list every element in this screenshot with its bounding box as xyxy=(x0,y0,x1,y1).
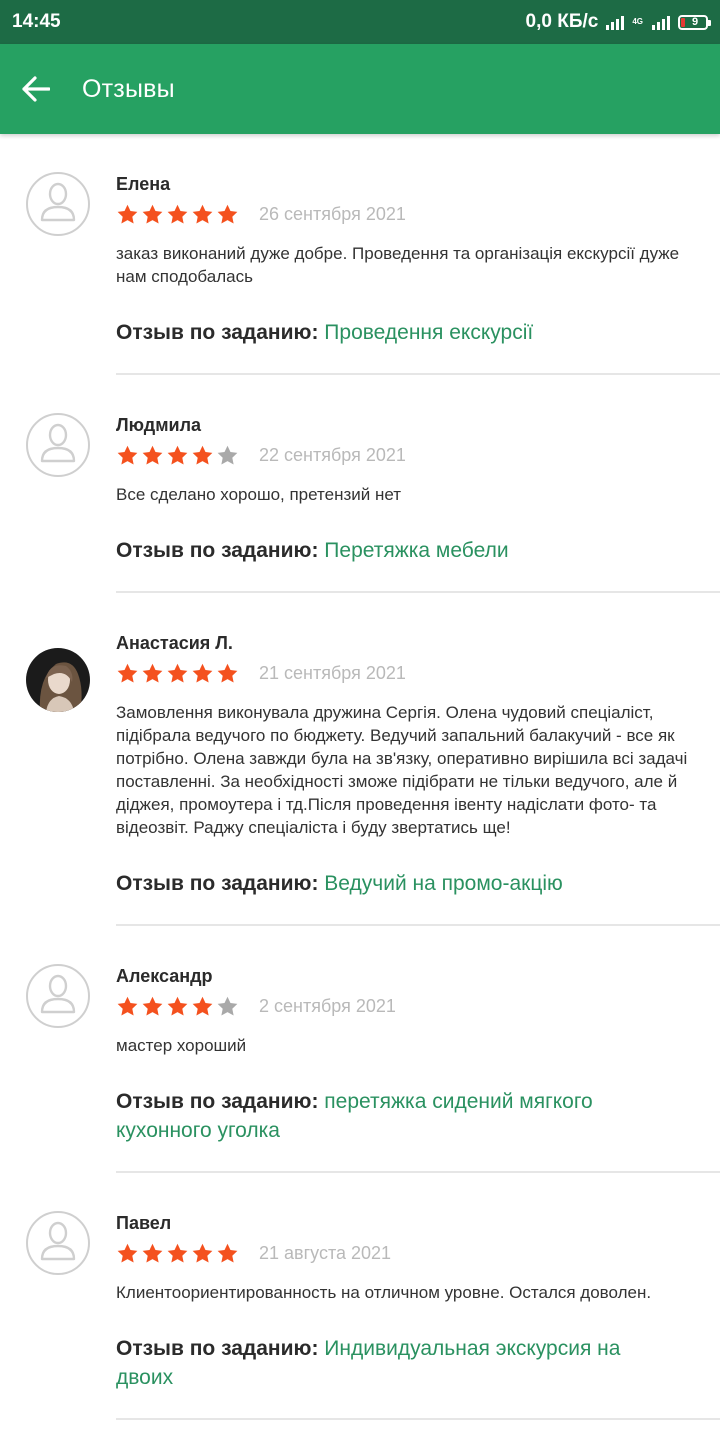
signal-4g-icon: 4G xyxy=(632,18,643,26)
arrow-back-icon xyxy=(22,76,50,102)
reviewer-name[interactable]: Людмила xyxy=(116,413,720,437)
star-filled-icon xyxy=(116,995,139,1018)
status-time: 14:45 xyxy=(12,11,61,32)
review-text: заказ виконаний дуже добре. Проведення т… xyxy=(116,244,680,286)
review-task: Отзыв по заданию: перетяжка сидений мягк… xyxy=(116,1087,720,1145)
rating-row: 26 сентября 2021 xyxy=(116,194,720,234)
reviewer-name[interactable]: Анастасия Л. xyxy=(116,631,720,655)
review-task: Отзыв по заданию: Индивидуальная экскурс… xyxy=(116,1334,720,1392)
star-filled-icon xyxy=(141,1242,164,1265)
task-link[interactable]: Проведення екскурсії xyxy=(324,321,533,344)
star-filled-icon xyxy=(191,1242,214,1265)
avatar-placeholder-icon[interactable] xyxy=(26,964,90,1028)
divider xyxy=(116,1418,720,1420)
star-filled-icon xyxy=(166,662,189,685)
review-date: 22 сентября 2021 xyxy=(259,444,406,465)
signal-icon-2 xyxy=(652,14,670,30)
star-filled-icon xyxy=(191,662,214,685)
rating-stars xyxy=(116,203,239,226)
star-empty-icon xyxy=(216,444,239,467)
review-item: Елена 26 сентября 2021 заказ виконаний дуж… xyxy=(0,134,720,375)
task-label: Отзыв по заданию: xyxy=(116,872,319,895)
avatar-photo[interactable] xyxy=(26,648,90,712)
task-label: Отзыв по заданию: xyxy=(116,321,319,344)
star-filled-icon xyxy=(116,662,139,685)
review-item: Александр 2 сентября 2021 мастер хороший От… xyxy=(0,926,720,1173)
star-filled-icon xyxy=(166,995,189,1018)
rating-row: 22 сентября 2021 xyxy=(116,435,720,475)
status-bar: 14:45 0,0 КБ/с 4G 9 xyxy=(0,0,720,44)
network-type: 4G xyxy=(632,17,643,26)
star-filled-icon xyxy=(216,1242,239,1265)
review-item: Людмила 22 сентября 2021 Все сделано хорош… xyxy=(0,375,720,593)
status-icons: 0,0 КБ/с 4G 9 xyxy=(525,11,711,33)
task-label: Отзыв по заданию: xyxy=(116,1090,319,1113)
battery-level: 9 xyxy=(691,16,699,28)
star-filled-icon xyxy=(141,662,164,685)
star-filled-icon xyxy=(216,203,239,226)
battery-icon: 9 xyxy=(678,14,711,30)
rating-row: 21 августа 2021 xyxy=(116,1233,720,1273)
rating-row: 2 сентября 2021 xyxy=(116,986,720,1026)
review-item: Павел 21 августа 2021 Клиентоориентированн… xyxy=(0,1173,720,1420)
review-text: Клиентоориентированность на отличном уро… xyxy=(116,1283,652,1302)
review-date: 21 августа 2021 xyxy=(259,1242,392,1263)
back-button[interactable] xyxy=(0,44,72,134)
star-filled-icon xyxy=(191,444,214,467)
reviewer-name[interactable]: Павел xyxy=(116,1211,720,1235)
app-bar: Отзывы xyxy=(0,44,720,134)
review-task: Отзыв по заданию: Ведучий на промо-акцію xyxy=(116,869,720,898)
star-filled-icon xyxy=(116,203,139,226)
reviewer-name[interactable]: Александр xyxy=(116,964,720,988)
net-speed: 0,0 КБ/с xyxy=(525,11,599,32)
review-text: мастер хороший xyxy=(116,1036,247,1055)
star-filled-icon xyxy=(166,203,189,226)
rating-stars xyxy=(116,995,239,1018)
reviewer-name[interactable]: Елена xyxy=(116,172,720,196)
star-filled-icon xyxy=(191,995,214,1018)
review-date: 21 сентября 2021 xyxy=(259,662,406,683)
star-filled-icon xyxy=(216,662,239,685)
rating-stars xyxy=(116,662,239,685)
review-task: Отзыв по заданию: Проведення екскурсії xyxy=(116,318,720,347)
task-label: Отзыв по заданию: xyxy=(116,1337,319,1360)
review-text: Замовлення виконувала дружина Сергія. Ол… xyxy=(116,703,688,837)
avatar-placeholder-icon[interactable] xyxy=(26,172,90,236)
task-label: Отзыв по заданию: xyxy=(116,539,319,562)
avatar-placeholder-icon[interactable] xyxy=(26,1211,90,1275)
reviews-list[interactable]: Елена 26 сентября 2021 заказ виконаний дуж… xyxy=(0,134,720,1420)
star-empty-icon xyxy=(216,995,239,1018)
star-filled-icon xyxy=(141,444,164,467)
rating-row: 21 сентября 2021 xyxy=(116,653,720,693)
rating-stars xyxy=(116,444,239,467)
review-item: Анастасия Л. 21 сентября 2021 Замовлення в… xyxy=(0,593,720,926)
star-filled-icon xyxy=(116,444,139,467)
rating-stars xyxy=(116,1242,239,1265)
review-task: Отзыв по заданию: Перетяжка мебели xyxy=(116,536,720,565)
star-filled-icon xyxy=(166,1242,189,1265)
task-link[interactable]: Ведучий на промо-акцію xyxy=(324,872,562,895)
signal-icon xyxy=(606,14,625,30)
task-link[interactable]: Перетяжка мебели xyxy=(324,539,508,562)
star-filled-icon xyxy=(191,203,214,226)
review-text: Все сделано хорошо, претензий нет xyxy=(116,485,402,504)
star-filled-icon xyxy=(141,203,164,226)
star-filled-icon xyxy=(166,444,189,467)
star-filled-icon xyxy=(141,995,164,1018)
review-date: 26 сентября 2021 xyxy=(259,203,406,224)
star-filled-icon xyxy=(116,1242,139,1265)
avatar-placeholder-icon[interactable] xyxy=(26,413,90,477)
page-title: Отзывы xyxy=(82,74,175,103)
review-date: 2 сентября 2021 xyxy=(259,995,396,1016)
